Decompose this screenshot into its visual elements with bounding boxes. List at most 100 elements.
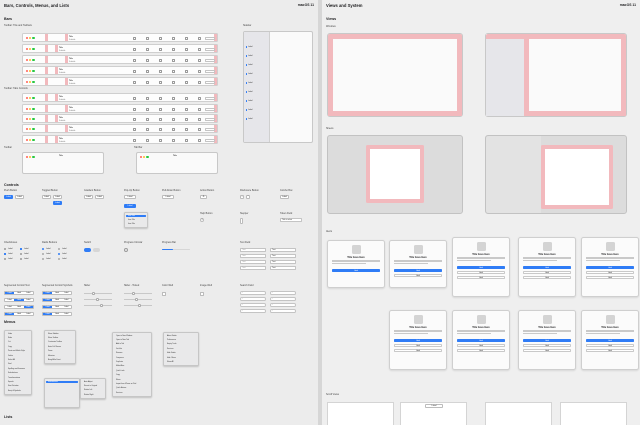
menu-item[interactable]: Enter Full Screen <box>48 346 61 348</box>
menu-item[interactable]: About Finder <box>167 335 177 337</box>
segment[interactable]: Label <box>24 313 33 315</box>
sidebar-item[interactable]: Label <box>248 82 253 84</box>
segment[interactable]: Label <box>5 292 15 294</box>
segment[interactable]: Label <box>52 292 61 294</box>
segment[interactable]: Label <box>5 306 14 308</box>
stepper[interactable] <box>240 218 243 224</box>
checkbox[interactable] <box>20 248 23 251</box>
back-icon[interactable] <box>146 48 149 51</box>
forward-icon[interactable] <box>159 48 162 51</box>
menu-item[interactable]: Import from iPhone or iPad <box>116 383 136 385</box>
segment[interactable]: Label <box>43 292 53 294</box>
menu-item[interactable]: Show Toolbar <box>48 337 58 339</box>
radio-button[interactable] <box>42 248 45 251</box>
search-field[interactable]: ⌕ <box>240 309 266 313</box>
alert-button[interactable]: Label <box>394 344 442 348</box>
checkbox[interactable] <box>20 258 23 261</box>
zoom-button[interactable] <box>32 128 35 131</box>
forward-icon[interactable] <box>159 97 162 100</box>
search-input[interactable] <box>205 117 215 122</box>
menu-item[interactable]: Hide Finder <box>167 352 176 354</box>
search-field[interactable]: ⌕ <box>270 291 296 295</box>
search-icon[interactable] <box>198 37 201 40</box>
text-field[interactable]: Text <box>270 254 296 258</box>
sidebar-item[interactable]: Label <box>248 100 253 102</box>
radio-button[interactable] <box>58 258 61 261</box>
close-button[interactable] <box>26 81 29 84</box>
zoom-button[interactable] <box>32 48 35 51</box>
tag-icon[interactable] <box>185 70 188 73</box>
push-button[interactable]: Label <box>15 195 24 199</box>
slider-knob[interactable] <box>138 304 141 307</box>
sidebar-icon[interactable] <box>133 59 136 62</box>
forward-icon[interactable] <box>159 81 162 84</box>
share-icon[interactable] <box>172 81 175 84</box>
segment[interactable]: Label <box>52 313 61 315</box>
segmented-symbol-control[interactable]: Label Label Label <box>42 298 72 302</box>
radio-button[interactable] <box>42 253 45 256</box>
scroll-view[interactable] <box>560 402 627 425</box>
search-input[interactable] <box>205 138 215 143</box>
segment[interactable]: Label <box>52 299 61 301</box>
forward-icon[interactable] <box>159 128 162 131</box>
checkbox[interactable] <box>4 253 7 256</box>
minimize-button[interactable] <box>29 139 32 142</box>
sidebar-item[interactable]: Label <box>248 73 253 75</box>
search-icon[interactable] <box>198 59 201 62</box>
text-field[interactable]: Text <box>270 248 296 252</box>
segment[interactable]: Label <box>62 292 71 294</box>
alert-button[interactable]: Label <box>457 344 505 348</box>
radio-button[interactable] <box>58 248 61 251</box>
text-field[interactable]: Text <box>240 248 266 252</box>
segment[interactable]: Label <box>52 306 61 308</box>
scroll-view[interactable] <box>485 402 552 425</box>
zoom-button[interactable] <box>32 70 35 73</box>
scroll-view[interactable] <box>327 402 394 425</box>
minimize-button[interactable] <box>29 59 32 62</box>
segment[interactable]: Label <box>43 306 53 308</box>
segmented-control[interactable]: Label Label Label <box>4 298 34 302</box>
forward-icon[interactable] <box>159 37 162 40</box>
menu-item[interactable]: Customize Toolbar <box>48 341 62 343</box>
search-field[interactable]: ⌕ <box>270 309 296 313</box>
segment[interactable]: Label <box>62 299 71 301</box>
combo-box[interactable]: Title is what <box>280 218 302 222</box>
popup-option[interactable]: Item Title <box>128 223 135 225</box>
sidebar-item[interactable]: Label <box>248 91 253 93</box>
combo-button[interactable]: Label <box>280 195 289 199</box>
search-icon[interactable] <box>198 118 201 121</box>
share-icon[interactable] <box>172 48 175 51</box>
share-icon[interactable] <box>172 118 175 121</box>
minimize-button[interactable] <box>29 108 32 111</box>
alert-button[interactable]: Label <box>394 274 442 278</box>
search-icon[interactable] <box>198 108 201 111</box>
switch-on[interactable] <box>84 248 91 252</box>
sidebar-item[interactable]: Label <box>248 109 253 111</box>
minimize-button[interactable] <box>29 48 32 51</box>
gradient-button[interactable]: Label <box>84 195 93 199</box>
forward-icon[interactable] <box>159 118 162 121</box>
back-icon[interactable] <box>146 37 149 40</box>
search-icon[interactable] <box>198 70 201 73</box>
sidebar-icon[interactable] <box>133 97 136 100</box>
search-icon[interactable] <box>198 97 201 100</box>
segment[interactable]: Label <box>62 306 71 308</box>
menu-item[interactable]: Revert to Original <box>84 385 97 387</box>
gradient-button[interactable]: Label <box>95 195 104 199</box>
share-icon[interactable] <box>172 128 175 131</box>
menu-item[interactable]: Rename <box>116 352 122 354</box>
share-icon[interactable] <box>172 97 175 100</box>
disclosure-button[interactable]: ⌃ <box>246 195 250 199</box>
menu-item[interactable]: Cut <box>8 341 11 343</box>
close-button[interactable] <box>26 37 29 40</box>
menu-item[interactable]: Duplicate <box>116 361 123 363</box>
menu-item-selected[interactable]: Substitutions <box>46 380 78 383</box>
share-icon[interactable] <box>172 70 175 73</box>
sidebar-icon[interactable] <box>133 118 136 121</box>
help-button[interactable]: ? <box>200 218 204 222</box>
segment[interactable]: Label <box>5 313 15 315</box>
back-icon[interactable] <box>146 139 149 142</box>
popup-button[interactable]: Label <box>124 195 136 199</box>
alert-button[interactable]: Label <box>523 349 571 353</box>
alert-button[interactable]: Label <box>457 266 505 270</box>
